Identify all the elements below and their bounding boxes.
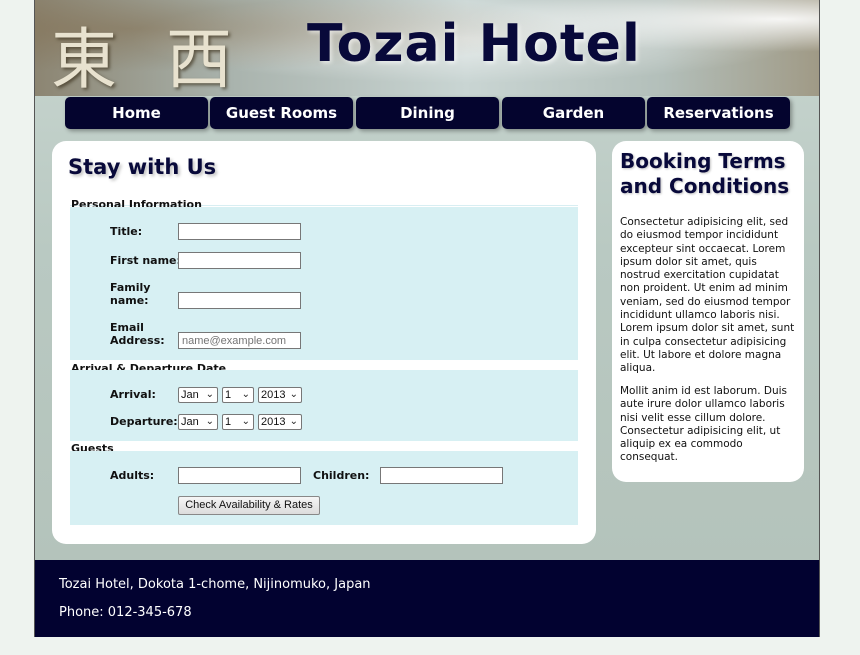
children-label: Children:: [313, 469, 370, 482]
booking-form-panel: Stay with Us Personal Information Title:…: [52, 141, 596, 544]
booking-terms-panel: Booking Terms and Conditions Consectetur…: [612, 141, 804, 482]
header-banner: 東 西 Tozai Hotel: [35, 0, 819, 98]
chevron-down-icon: ⌄: [289, 416, 298, 427]
adults-label: Adults:: [110, 469, 155, 482]
kanji-logo: 東 西: [51, 21, 246, 98]
sidebar-heading: Booking Terms and Conditions: [620, 149, 790, 198]
arrival-day-value: 1: [225, 389, 232, 401]
footer: Tozai Hotel, Dokota 1-chome, Nijinomuko,…: [35, 560, 819, 637]
terms-paragraph: Mollit anim id est laborum. Duis aute ir…: [620, 385, 788, 464]
title-input[interactable]: [178, 223, 301, 240]
fieldset-arrival-departure: [70, 370, 578, 441]
chevron-down-icon: ⌄: [205, 389, 214, 400]
chevron-down-icon: ⌄: [241, 416, 250, 427]
arrival-month-value: Jan: [181, 389, 199, 401]
terms-paragraph: Consectetur adipisicing elit, sed do eiu…: [620, 216, 795, 375]
check-availability-button[interactable]: Check Availability & Rates: [178, 496, 320, 515]
nav-guest-rooms[interactable]: Guest Rooms: [210, 97, 353, 129]
main-nav: Home Guest Rooms Dining Garden Reservati…: [65, 97, 792, 129]
chevron-down-icon: ⌄: [241, 389, 250, 400]
departure-year-select[interactable]: 2013 ⌄: [258, 414, 302, 430]
nav-reservations[interactable]: Reservations: [647, 97, 790, 129]
chevron-down-icon: ⌄: [205, 416, 214, 427]
departure-month-value: Jan: [181, 416, 199, 428]
nav-home[interactable]: Home: [65, 97, 208, 129]
fieldset-guests: [70, 451, 578, 525]
page-title: Stay with Us: [68, 155, 217, 179]
children-input[interactable]: [380, 467, 503, 484]
chevron-down-icon: ⌄: [289, 389, 298, 400]
departure-day-select[interactable]: 1 ⌄: [222, 414, 254, 430]
departure-day-value: 1: [225, 416, 232, 428]
arrival-month-select[interactable]: Jan ⌄: [178, 387, 218, 403]
title-label: Title:: [110, 225, 143, 238]
footer-address: Tozai Hotel, Dokota 1-chome, Nijinomuko,…: [59, 577, 371, 592]
arrival-label: Arrival:: [110, 388, 156, 401]
family-name-input[interactable]: [178, 292, 301, 309]
adults-input[interactable]: [178, 467, 301, 484]
first-name-input[interactable]: [178, 252, 301, 269]
departure-month-select[interactable]: Jan ⌄: [178, 414, 218, 430]
departure-label: Departure:: [110, 415, 178, 428]
arrival-year-select[interactable]: 2013 ⌄: [258, 387, 302, 403]
email-label: Email Address:: [110, 321, 165, 347]
nav-garden[interactable]: Garden: [502, 97, 645, 129]
page-wrapper: 東 西 Tozai Hotel Home Guest Rooms Dining …: [34, 0, 820, 637]
departure-year-value: 2013: [261, 416, 286, 428]
arrival-year-value: 2013: [261, 389, 286, 401]
footer-phone: Phone: 012-345-678: [59, 605, 192, 620]
site-title: Tozai Hotel: [307, 14, 641, 74]
email-input[interactable]: [178, 332, 301, 349]
arrival-day-select[interactable]: 1 ⌄: [222, 387, 254, 403]
nav-dining[interactable]: Dining: [356, 97, 499, 129]
family-name-label: Family name:: [110, 281, 151, 307]
first-name-label: First name:: [110, 254, 181, 267]
